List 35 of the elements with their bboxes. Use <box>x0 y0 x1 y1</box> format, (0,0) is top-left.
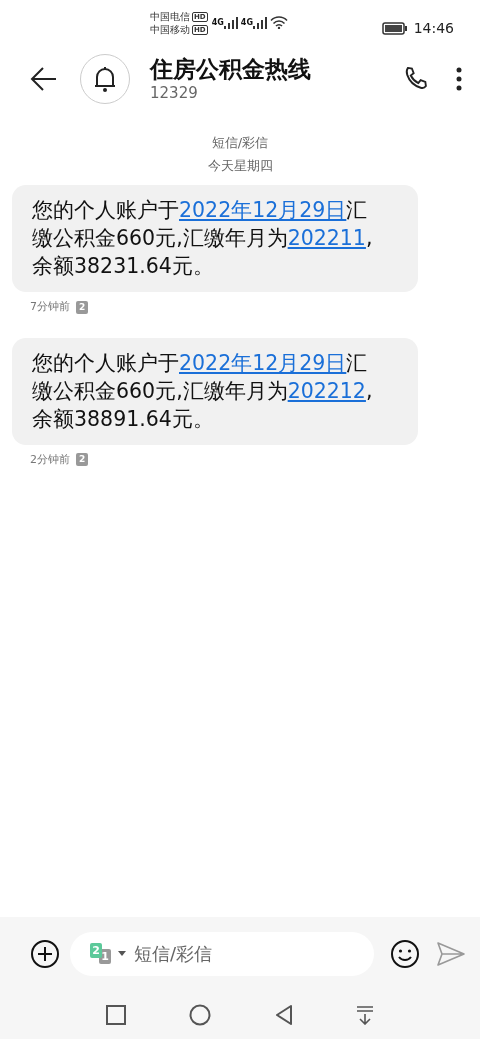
clock-time: 14:46 <box>413 19 454 37</box>
carrier-name: 中国移动 <box>150 23 190 36</box>
sim-badge: 2 <box>76 300 89 314</box>
add-icon[interactable] <box>30 938 60 969</box>
message-link[interactable]: 2022年12月29日 <box>179 350 347 375</box>
network-type-label: 4G <box>211 16 224 29</box>
message-time: 2分钟前 <box>30 451 70 468</box>
message-link[interactable]: 2022年12月29日 <box>179 198 347 222</box>
contact-name: 住房公积金热线 <box>150 55 312 83</box>
message-input-field[interactable]: 2 1 短信/彩信 <box>70 931 374 976</box>
wifi-icon <box>269 16 288 29</box>
message-bubble: 您的个人账户于2022年12月29日汇缴公积金660元,汇缴年月为202212, 余额38891.64元。 <box>12 337 418 445</box>
network-type-label: 4G <box>240 16 253 29</box>
message-link[interactable]: 202212 <box>287 378 366 403</box>
message-bubble: 您的个人账户于2022年12月29日汇缴公积金660元,汇缴年月为202211, 余额38231.64元。 <box>12 185 418 292</box>
battery-icon <box>381 21 408 35</box>
more-options-icon[interactable] <box>456 67 462 91</box>
contact-number: 12329 <box>150 83 199 103</box>
carrier-name: 中国电信 <box>150 10 190 23</box>
sim-badge: 2 <box>76 453 89 467</box>
caret-icon <box>118 951 126 956</box>
date-label: 今天星期四 <box>206 157 274 175</box>
send-icon[interactable] <box>436 940 466 967</box>
bell-icon <box>93 65 117 93</box>
signal-icon <box>223 16 238 29</box>
message-time: 7分钟前 <box>30 299 70 315</box>
home-icon[interactable] <box>189 1003 212 1026</box>
emoji-icon[interactable] <box>390 938 420 969</box>
back-icon[interactable] <box>274 1003 293 1026</box>
recent-apps-icon[interactable] <box>106 1004 126 1025</box>
signal-icon <box>252 16 267 29</box>
notification-pulldown-icon[interactable] <box>356 1004 374 1025</box>
message-link[interactable]: 202211 <box>287 226 366 250</box>
thread-type-label: 短信/彩信 <box>210 134 270 152</box>
back-arrow-icon[interactable] <box>30 67 58 91</box>
